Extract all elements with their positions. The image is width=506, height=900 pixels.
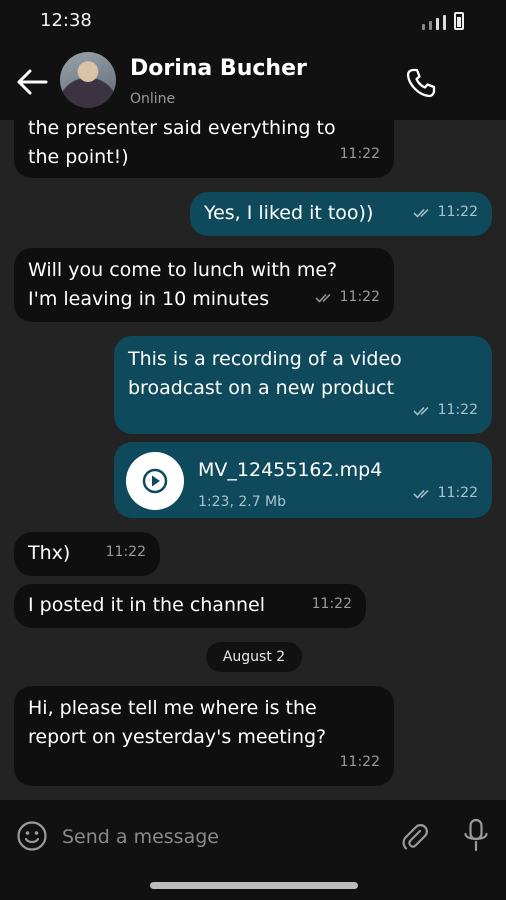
double-check-icon — [413, 208, 429, 218]
video-file-message[interactable]: MV_12455162.mp4 1:23, 2.7 Mb 11:22 — [114, 442, 492, 518]
message-time: 11:22 — [437, 485, 478, 501]
message-input[interactable] — [62, 820, 362, 854]
message-meta: 11:22 — [106, 538, 146, 567]
message-meta: 11:22 — [413, 396, 478, 425]
double-check-icon — [413, 406, 429, 416]
battery-icon — [454, 12, 464, 30]
play-button[interactable] — [126, 452, 184, 510]
message-time: 11:22 — [339, 146, 380, 162]
message-meta: 11:22 — [340, 748, 380, 777]
file-info: 1:23, 2.7 Mb — [198, 494, 287, 510]
message-meta: 11:22 — [413, 479, 478, 508]
message-meta: 11:22 — [312, 590, 352, 619]
double-check-icon — [315, 293, 331, 303]
microphone-icon[interactable] — [462, 818, 490, 854]
message-time: 11:22 — [339, 754, 380, 770]
contact-name[interactable]: Dorina Bucher — [130, 56, 307, 81]
message-meta: 11:22 — [340, 140, 380, 169]
status-bar: 12:38 — [0, 0, 506, 44]
message-time: 11:22 — [311, 596, 352, 612]
double-check-icon — [413, 489, 429, 499]
message-bubble-outgoing[interactable]: Yes, I liked it too)) 11:22 — [190, 192, 492, 236]
message-text: Thx) — [28, 542, 71, 564]
message-text: the presenter said everything to the poi… — [28, 120, 336, 168]
avatar[interactable] — [60, 52, 116, 108]
message-time: 11:22 — [105, 544, 146, 560]
back-arrow-icon[interactable] — [14, 64, 50, 100]
date-separator: August 2 — [206, 642, 302, 672]
status-icons — [422, 12, 464, 30]
paperclip-icon[interactable] — [398, 820, 430, 852]
message-time: 11:22 — [437, 204, 478, 220]
phone-icon[interactable] — [404, 66, 438, 100]
file-name[interactable]: MV_12455162.mp4 — [198, 456, 382, 485]
emoji-icon[interactable] — [16, 820, 48, 852]
chat-header: Dorina Bucher Online — [0, 44, 506, 120]
contact-status: Online — [130, 91, 176, 107]
message-text: This is a recording of a video broadcast… — [128, 348, 402, 399]
play-icon — [142, 468, 168, 494]
message-time: 11:22 — [339, 289, 380, 305]
message-meta: 11:22 — [413, 198, 478, 227]
message-bubble-incoming[interactable]: Will you come to lunch with me? I'm leav… — [14, 248, 394, 322]
message-meta: 11:22 — [315, 283, 380, 312]
status-time: 12:38 — [40, 10, 92, 31]
message-text: Will you come to lunch with me? I'm leav… — [28, 259, 338, 310]
message-bubble-outgoing[interactable]: This is a recording of a video broadcast… — [114, 336, 492, 434]
message-list[interactable]: the presenter said everything to the poi… — [0, 120, 506, 800]
message-bubble-incoming[interactable]: the presenter said everything to the poi… — [14, 120, 394, 178]
signal-icon — [422, 24, 425, 30]
message-bubble-incoming[interactable]: Hi, please tell me where is the report o… — [14, 686, 394, 786]
message-time: 11:22 — [437, 402, 478, 418]
home-indicator[interactable] — [150, 882, 358, 889]
message-bubble-incoming[interactable]: Thx) 11:22 — [14, 532, 160, 576]
message-text: I posted it in the channel — [28, 594, 265, 616]
message-bubble-incoming[interactable]: I posted it in the channel 11:22 — [14, 584, 366, 628]
message-text: Hi, please tell me where is the report o… — [28, 697, 327, 748]
message-text: Yes, I liked it too)) — [204, 202, 374, 224]
